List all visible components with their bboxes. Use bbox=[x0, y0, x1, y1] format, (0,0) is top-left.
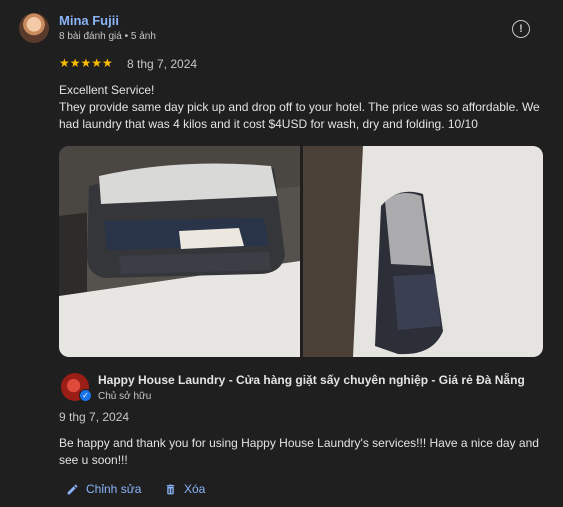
edit-button[interactable]: Chỉnh sửa bbox=[66, 482, 141, 496]
review-photo[interactable] bbox=[303, 146, 543, 357]
review-text: Excellent Service! They provide same day… bbox=[59, 82, 549, 133]
star-rating: ★★★★★ bbox=[59, 56, 113, 70]
verified-badge-icon: ✓ bbox=[79, 389, 92, 402]
review-photo[interactable] bbox=[59, 146, 300, 357]
owner-name[interactable]: Happy House Laundry - Cửa hàng giặt sấy … bbox=[98, 373, 525, 387]
delete-label: Xóa bbox=[184, 482, 206, 496]
report-info-icon[interactable]: ! bbox=[512, 20, 530, 38]
trash-icon bbox=[164, 483, 177, 496]
reviewer-name[interactable]: Mina Fujii bbox=[59, 13, 119, 28]
reply-text: Be happy and thank you for using Happy H… bbox=[59, 436, 539, 467]
review-text-line: They provide same day pick up and drop o… bbox=[59, 100, 540, 131]
reviewer-meta: 8 bài đánh giá • 5 ảnh bbox=[59, 31, 156, 42]
edit-label: Chỉnh sửa bbox=[86, 482, 142, 496]
owner-role: Chủ sở hữu bbox=[98, 391, 152, 402]
pencil-icon bbox=[66, 483, 79, 496]
review-date: 8 thg 7, 2024 bbox=[127, 57, 198, 71]
review-text-line: Excellent Service! bbox=[59, 83, 155, 97]
reviewer-avatar[interactable] bbox=[19, 13, 49, 43]
delete-button[interactable]: Xóa bbox=[164, 482, 205, 496]
reply-date: 9 thg 7, 2024 bbox=[59, 410, 130, 424]
